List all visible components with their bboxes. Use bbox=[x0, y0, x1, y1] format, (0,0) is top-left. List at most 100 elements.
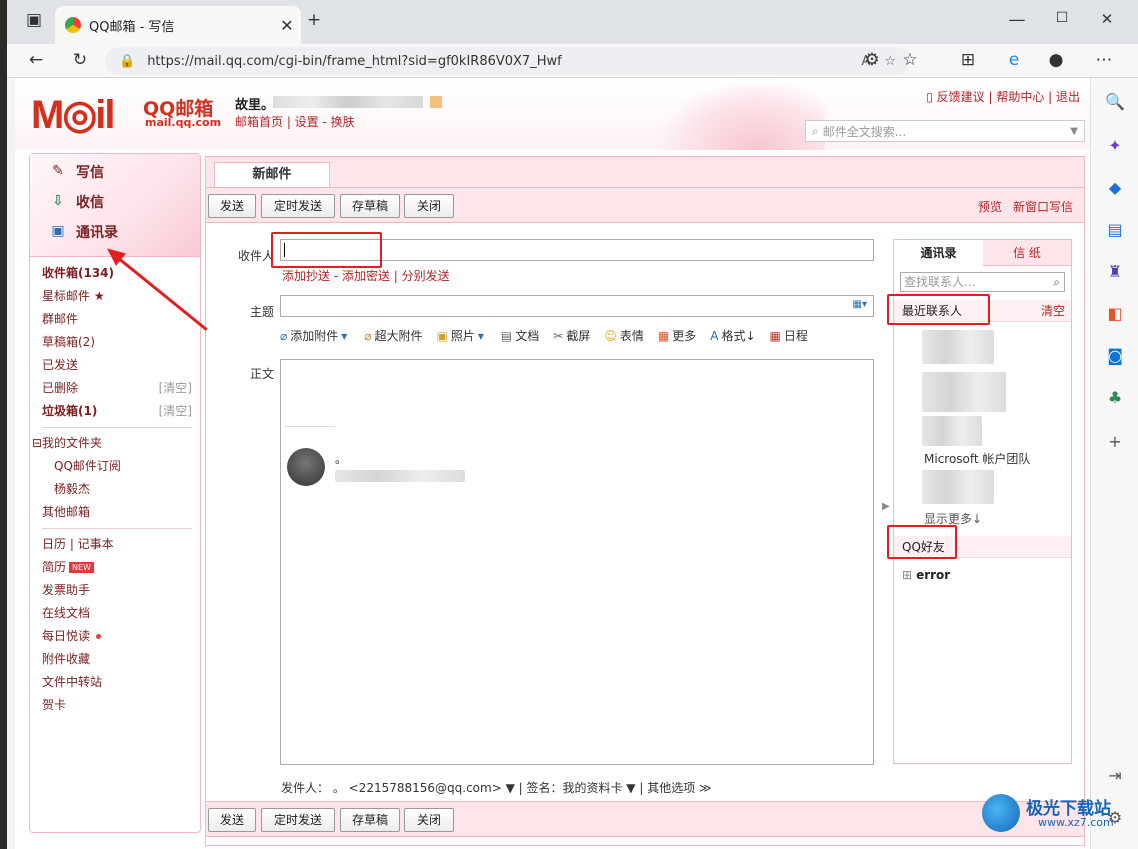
close-compose-button[interactable]: 关闭 bbox=[404, 808, 454, 832]
clear-deleted-link[interactable]: [清空] bbox=[159, 377, 192, 400]
photo-button[interactable]: ▣ 照片 ▾ bbox=[437, 327, 487, 344]
add-icon[interactable]: + bbox=[1103, 430, 1127, 454]
tab-stationery[interactable]: 信 纸 bbox=[983, 240, 1071, 266]
nav-greeting-cards[interactable]: 贺卡 bbox=[42, 694, 192, 717]
nav-group-mail[interactable]: 群邮件 bbox=[42, 308, 192, 331]
body-editor[interactable]: 。 bbox=[280, 359, 874, 765]
clear-spam-link[interactable]: [清空] bbox=[159, 400, 192, 423]
tab-actions-icon[interactable]: ▣ bbox=[19, 10, 49, 30]
nav-resume[interactable]: 简历 NEW bbox=[42, 556, 192, 579]
nav-inbox[interactable]: 收件箱(134) bbox=[42, 262, 192, 285]
nav-other-mailbox[interactable]: 其他邮箱 bbox=[42, 501, 192, 524]
nav-starred[interactable]: 星标邮件 ★ bbox=[42, 285, 192, 308]
emoji-button[interactable]: ☺ 表情 bbox=[604, 327, 644, 344]
tab-new-mail[interactable]: 新邮件 bbox=[214, 162, 330, 187]
add-attachment-button[interactable]: ⌀ 添加附件 ▾ bbox=[280, 327, 350, 344]
nav-spam[interactable]: 垃圾箱(1) [清空] bbox=[42, 400, 192, 423]
user-links[interactable]: 邮箱首页 | 设置 - 换肤 bbox=[235, 113, 355, 130]
screenshot-button[interactable]: ✂ 截屏 bbox=[553, 327, 590, 344]
receive-button[interactable]: ⇩ 收信 bbox=[48, 190, 104, 214]
favorites-icon[interactable]: ☆ bbox=[897, 50, 923, 70]
url-text: https://mail.qq.com/cgi-bin/frame_html?s… bbox=[147, 53, 562, 69]
hide-sidebar-icon[interactable]: ⇥ bbox=[1103, 764, 1127, 788]
nav-deleted[interactable]: 已删除 [清空] bbox=[42, 377, 192, 400]
recent-contact-blurred[interactable] bbox=[922, 372, 1006, 412]
maximize-button[interactable]: ☐ bbox=[1047, 10, 1077, 26]
search-dropdown-icon[interactable]: ▼ bbox=[1070, 126, 1078, 137]
search-icon[interactable]: ⌕ bbox=[1053, 273, 1060, 291]
top-links-text[interactable]: 反馈建议 | 帮助中心 | 退出 bbox=[937, 90, 1080, 104]
nav-online-docs[interactable]: 在线文档 bbox=[42, 602, 192, 625]
contacts-button[interactable]: ▣ 通讯录 bbox=[48, 220, 118, 244]
smiley-icon: ☺ bbox=[604, 328, 617, 343]
contact-search-input[interactable]: 查找联系人... ⌕ bbox=[900, 272, 1065, 292]
tree-icon[interactable]: ♣ bbox=[1103, 386, 1127, 410]
expand-icon[interactable]: ⊞ bbox=[902, 568, 912, 582]
nav-daily-reading[interactable]: 每日悦读 bbox=[42, 625, 192, 648]
nav-invoice-helper[interactable]: 发票助手 bbox=[42, 579, 192, 602]
edge-icon[interactable]: e bbox=[1001, 50, 1027, 70]
format-button[interactable]: A 格式↓ bbox=[710, 327, 755, 344]
nav-drafts[interactable]: 草稿箱(2) bbox=[42, 331, 192, 354]
new-window-link[interactable]: 新窗口写信 bbox=[1013, 198, 1073, 215]
to-extra-links[interactable]: 添加抄送 - 添加密送 | 分别发送 bbox=[282, 267, 450, 284]
folder-custom[interactable]: 杨毅杰 bbox=[42, 478, 192, 501]
folder-qq-subscription[interactable]: QQ邮件订阅 bbox=[42, 455, 192, 478]
recent-contact-blurred[interactable] bbox=[922, 330, 994, 364]
document-button[interactable]: ▤ 文档 bbox=[501, 327, 539, 344]
tab-bar: ▣ QQ邮箱 - 写信 ✕ + — ☐ ✕ bbox=[7, 0, 1138, 44]
profile-avatar[interactable]: ● bbox=[1043, 50, 1069, 70]
collapse-panel-icon[interactable]: ▶ bbox=[882, 501, 890, 512]
copilot-icon[interactable]: ✦ bbox=[1103, 134, 1127, 158]
tab-contacts[interactable]: 通讯录 bbox=[894, 240, 983, 266]
subject-color-icon[interactable]: ▦▾ bbox=[853, 299, 867, 310]
preview-link[interactable]: 预览 bbox=[978, 198, 1002, 215]
subject-input[interactable]: ▦▾ bbox=[280, 295, 874, 317]
new-tab-button[interactable]: + bbox=[299, 10, 329, 30]
back-icon[interactable]: ← bbox=[23, 50, 49, 70]
friend-group-error[interactable]: ⊞ error bbox=[902, 568, 950, 582]
my-folders-toggle[interactable]: ⊟我的文件夹 bbox=[32, 432, 192, 455]
big-attachment-button[interactable]: ⌀ 超大附件 bbox=[364, 327, 422, 344]
save-draft-button[interactable]: 存草稿 bbox=[340, 194, 400, 218]
search-icon[interactable]: 🔍 bbox=[1103, 90, 1127, 114]
tools-icon[interactable]: ▤ bbox=[1103, 218, 1127, 242]
favorite-add-icon[interactable]: ☆ bbox=[884, 54, 896, 69]
recent-contact-microsoft[interactable]: Microsoft 帐户团队 bbox=[924, 450, 1030, 467]
tab-title: QQ邮箱 - 写信 bbox=[89, 19, 175, 35]
nav-file-transfer[interactable]: 文件中转站 bbox=[42, 671, 192, 694]
shopping-tag-icon[interactable]: ◆ bbox=[1103, 176, 1127, 200]
send-button[interactable]: 发送 bbox=[208, 194, 256, 218]
close-window-button[interactable]: ✕ bbox=[1092, 10, 1122, 28]
qq-mail-logo[interactable]: M◎il bbox=[31, 92, 115, 138]
collections-icon[interactable]: ⊞ bbox=[955, 50, 981, 70]
url-field[interactable]: 🔒 https://mail.qq.com/cgi-bin/frame_html… bbox=[105, 47, 910, 75]
save-draft-button[interactable]: 存草稿 bbox=[340, 808, 400, 832]
office-icon[interactable]: ◧ bbox=[1103, 302, 1127, 326]
minimize-button[interactable]: — bbox=[1002, 10, 1032, 30]
timed-send-button[interactable]: 定时发送 bbox=[261, 808, 335, 832]
nav-sent[interactable]: 已发送 bbox=[42, 354, 192, 377]
outlook-icon[interactable]: ◙ bbox=[1103, 344, 1127, 368]
phone-icon[interactable]: ▯ bbox=[926, 90, 936, 104]
send-button[interactable]: 发送 bbox=[208, 808, 256, 832]
refresh-icon[interactable]: ↻ bbox=[67, 50, 93, 70]
close-compose-button[interactable]: 关闭 bbox=[404, 194, 454, 218]
tab-close-icon[interactable]: ✕ bbox=[273, 16, 301, 35]
sender-line[interactable]: 发件人： 。 <2215788156@qq.com> ▼ | 签名：我的资料卡 … bbox=[281, 779, 712, 796]
nav-attachment-favorites[interactable]: 附件收藏 bbox=[42, 648, 192, 671]
recent-contact-blurred[interactable] bbox=[922, 470, 994, 504]
games-icon[interactable]: ♜ bbox=[1103, 260, 1127, 284]
recent-contact-blurred[interactable] bbox=[922, 416, 982, 446]
extensions-icon[interactable]: ⚙ bbox=[859, 50, 885, 70]
clear-recent-link[interactable]: 清空 bbox=[1041, 300, 1065, 322]
top-links[interactable]: ▯ 反馈建议 | 帮助中心 | 退出 bbox=[926, 88, 1080, 105]
mail-search-input[interactable]: ⌕ 邮件全文搜索... ▼ bbox=[805, 120, 1085, 142]
more-menu-icon[interactable]: ⋯ bbox=[1091, 50, 1117, 70]
schedule-button[interactable]: ▦ 日程 bbox=[770, 327, 808, 344]
timed-send-button[interactable]: 定时发送 bbox=[261, 194, 335, 218]
browser-tab[interactable]: QQ邮箱 - 写信 ✕ bbox=[55, 6, 301, 44]
nav-calendar-notes[interactable]: 日历 | 记事本 bbox=[42, 533, 192, 556]
write-button[interactable]: ✎ 写信 bbox=[48, 160, 104, 184]
more-button[interactable]: ▦ 更多 bbox=[658, 327, 696, 344]
